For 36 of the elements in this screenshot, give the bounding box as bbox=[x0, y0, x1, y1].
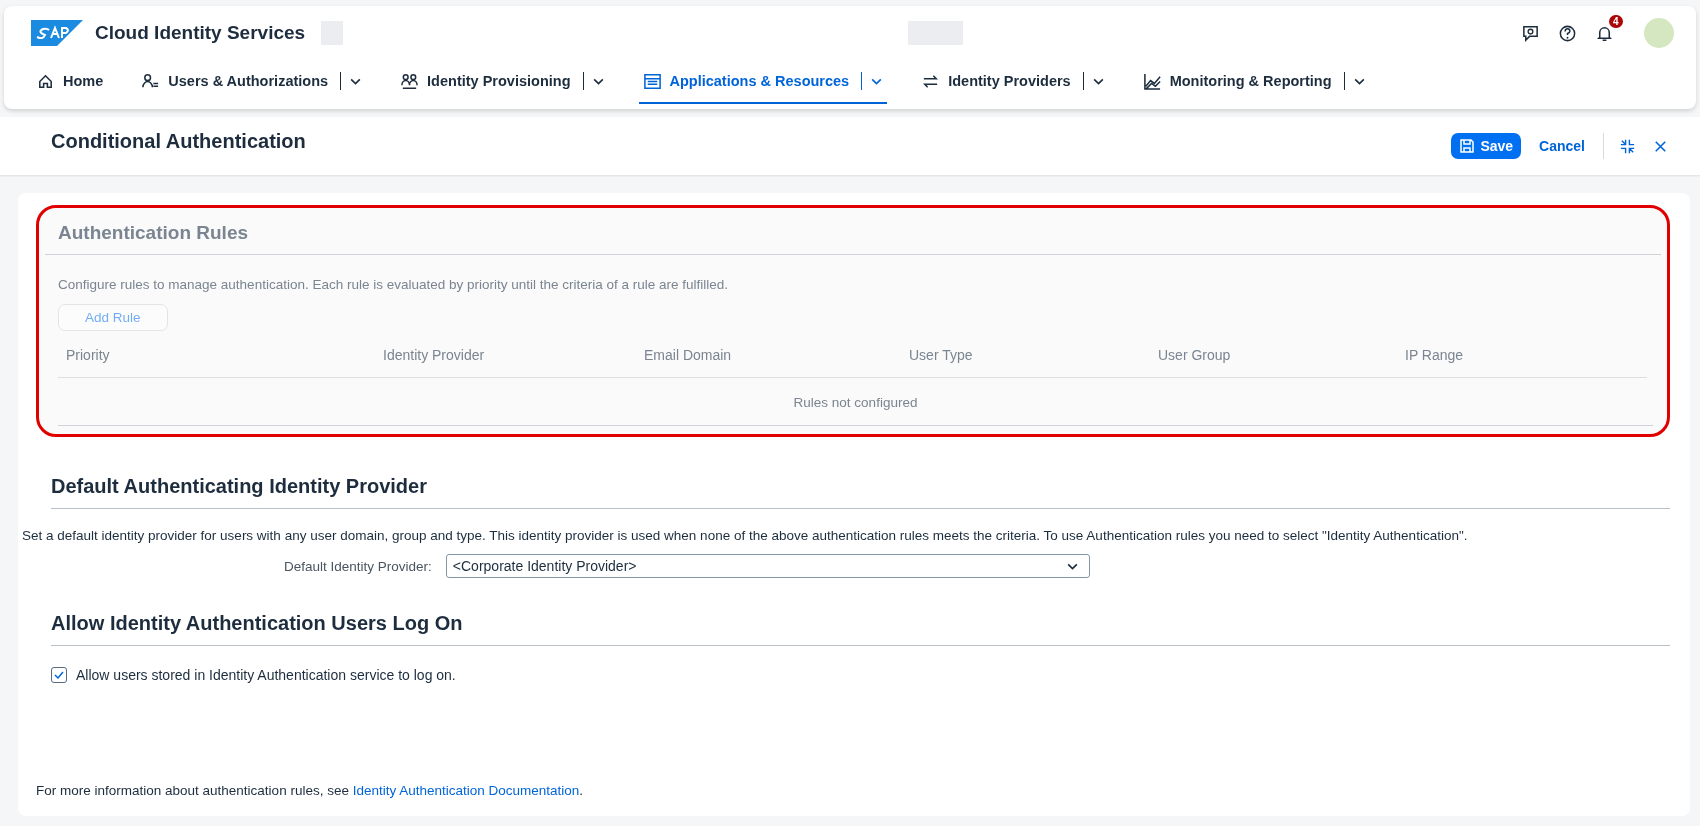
checkbox[interactable] bbox=[51, 667, 67, 683]
cancel-button[interactable]: Cancel bbox=[1535, 134, 1589, 158]
nav-tab[interactable]: Applications & Resources bbox=[638, 60, 888, 104]
nav-tab[interactable]: Identity Provisioning bbox=[396, 60, 609, 104]
section-description: Set a default identity provider for users with any user domain, group and type. This identity provider is used when none of the above authentication rules meets the criteria. To use Authentication rules you need to select "Identity Authentication". bbox=[22, 528, 1469, 543]
page-title: Conditional Authentication bbox=[51, 130, 306, 153]
feedback-icon[interactable] bbox=[1521, 23, 1540, 43]
save-button[interactable]: Save bbox=[1451, 133, 1522, 159]
nav-tab[interactable]: Users & Authorizations bbox=[137, 60, 367, 104]
nav-tab[interactable]: Identity Providers bbox=[917, 60, 1109, 104]
section-title: Authentication Rules bbox=[58, 222, 249, 245]
nav-tab[interactable]: Home bbox=[32, 60, 108, 104]
section-title: Allow Identity Authentication Users Log On bbox=[51, 612, 1670, 646]
window-icon bbox=[642, 71, 662, 91]
notification-count: 4 bbox=[1609, 14, 1623, 28]
footer-text: For more information about authentication rules, see Identity Authentication Documentation. bbox=[36, 783, 585, 798]
save-icon bbox=[1459, 138, 1476, 154]
section-title: Default Authenticating Identity Provider bbox=[51, 475, 1670, 509]
column-header: Identity Provider bbox=[383, 347, 486, 363]
section-description: Configure rules to manage authentication. Each rule is evaluated by priority until the criteria of a rule are fulfilled. bbox=[58, 277, 730, 292]
column-header: IP Range bbox=[1405, 347, 1465, 363]
people-icon bbox=[400, 71, 420, 91]
column-header: Email Domain bbox=[644, 347, 733, 363]
logo-icon[interactable] bbox=[31, 20, 83, 46]
checkmark-icon bbox=[53, 669, 65, 681]
nav-tab[interactable]: Monitoring & Reporting bbox=[1138, 60, 1370, 104]
column-header: User Group bbox=[1158, 347, 1232, 363]
line-chart-icon bbox=[1142, 71, 1162, 91]
column-header: User Type bbox=[909, 347, 974, 363]
empty-message: Rules not configured bbox=[793, 395, 918, 410]
product-name: Cloud Identity Services bbox=[95, 22, 306, 44]
identity-provider-dropdown[interactable]: <Corporate Identity Provider> bbox=[445, 554, 1090, 578]
column-header: Priority bbox=[66, 347, 111, 363]
field-label: Default Identity Provider: bbox=[284, 558, 432, 574]
checkbox-label: Allow users stored in Identity Authentication service to log on. bbox=[76, 667, 456, 683]
help-icon[interactable] bbox=[1558, 23, 1577, 43]
